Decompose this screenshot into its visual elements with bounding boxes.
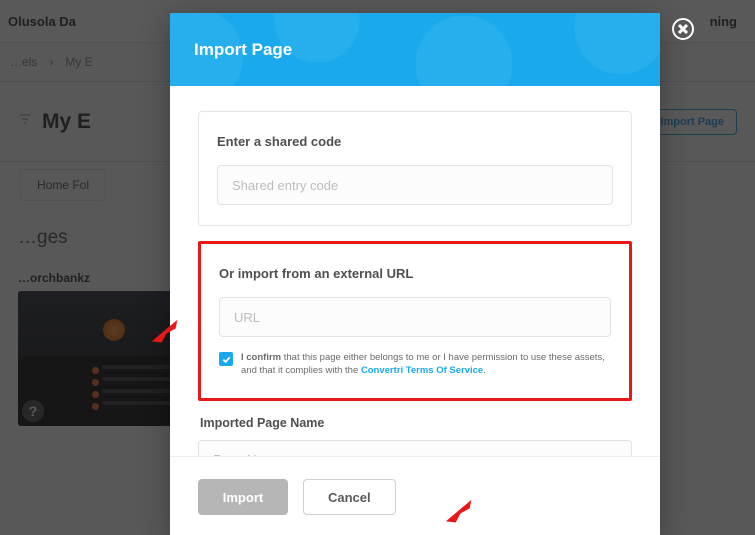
shared-code-card: Enter a shared code <box>198 111 632 226</box>
external-url-card: Or import from an external URL I confirm… <box>198 241 632 401</box>
modal-header: Import Page <box>170 13 660 86</box>
page-name-label: Imported Page Name <box>200 416 632 430</box>
shared-code-input[interactable] <box>217 165 613 205</box>
confirm-row: I confirm that this page either belongs … <box>219 351 611 378</box>
confirm-bold: I confirm <box>241 352 281 363</box>
modal-body: Enter a shared code Or import from an ex… <box>170 86 660 456</box>
page-name-input[interactable] <box>198 440 632 456</box>
modal-footer: Import Cancel <box>170 456 660 535</box>
import-page-modal: Import Page Enter a shared code Or impor… <box>170 13 660 535</box>
external-url-input[interactable] <box>219 297 611 337</box>
modal-title: Import Page <box>194 40 292 60</box>
external-url-label: Or import from an external URL <box>219 266 611 281</box>
tos-link[interactable]: Convertri Terms Of Service <box>361 365 483 376</box>
import-button[interactable]: Import <box>198 479 288 515</box>
confirm-checkbox[interactable] <box>219 352 233 366</box>
confirm-text: I confirm that this page either belongs … <box>241 351 611 378</box>
close-icon[interactable] <box>672 18 694 40</box>
cancel-button[interactable]: Cancel <box>303 479 396 515</box>
confirm-period: . <box>483 365 486 376</box>
shared-code-label: Enter a shared code <box>217 134 613 149</box>
